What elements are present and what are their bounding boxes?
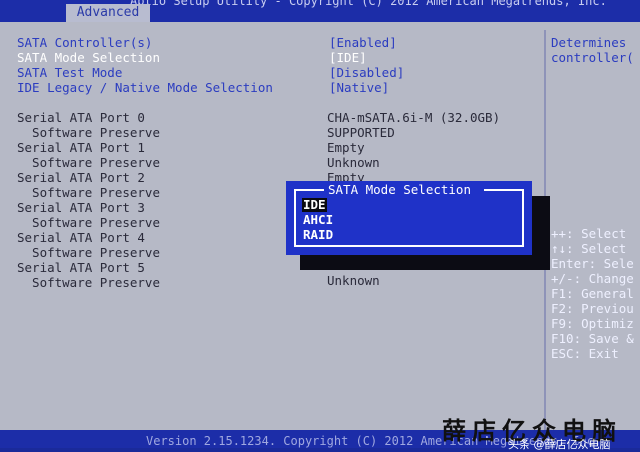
setting-ide-legacy-native[interactable]: IDE Legacy / Native Mode Selection <box>17 80 273 95</box>
port-5-preserve-label: Software Preserve <box>17 275 160 290</box>
setting-sata-mode-selection-value[interactable]: [IDE] <box>329 50 367 65</box>
key-enter-select: Enter: Sele <box>551 256 634 271</box>
setting-sata-mode-selection[interactable]: SATA Mode Selection <box>17 50 160 65</box>
top-bar: Aptio Setup Utility - Copyright (C) 2012… <box>0 0 640 22</box>
setting-sata-controllers[interactable]: SATA Controller(s) <box>17 35 152 50</box>
popup-title-rule-left <box>294 189 324 191</box>
popup-option-raid[interactable]: RAID <box>302 228 334 242</box>
key-optimized-defaults: F9: Optimiz <box>551 316 634 331</box>
key-escape-exit: ESC: Exit <box>551 346 619 361</box>
port-3-label: Serial ATA Port 3 <box>17 200 145 215</box>
help-line-2: controller( <box>551 50 634 65</box>
help-line-1: Determines <box>551 35 627 50</box>
port-5-preserve-value: Unknown <box>327 273 380 288</box>
key-previous-values: F2: Previou <box>551 301 634 316</box>
port-1-preserve-label: Software Preserve <box>17 155 160 170</box>
port-2-preserve-label: Software Preserve <box>17 185 160 200</box>
key-save-exit: F10: Save & <box>551 331 634 346</box>
key-change-opt: +/-: Change <box>551 271 634 286</box>
popup-option-ide[interactable]: IDE <box>302 198 327 212</box>
setting-sata-test-mode-value[interactable]: [Disabled] <box>329 65 404 80</box>
popup-title-rule-right <box>484 189 524 191</box>
popup-title: SATA Mode Selection <box>328 182 471 197</box>
port-5-label: Serial ATA Port 5 <box>17 260 145 275</box>
window-title: Aptio Setup Utility - Copyright (C) 2012… <box>130 0 607 8</box>
port-0-value: CHA-mSATA.6i-M (32.0GB) <box>327 110 501 125</box>
tab-advanced[interactable]: Advanced <box>66 4 150 22</box>
port-3-preserve-label: Software Preserve <box>17 215 160 230</box>
key-select-screen: ++: Select <box>551 226 627 241</box>
setting-sata-controllers-value[interactable]: [Enabled] <box>329 35 397 50</box>
port-4-label: Serial ATA Port 4 <box>17 230 145 245</box>
port-1-preserve-value: Unknown <box>327 155 380 170</box>
port-1-label: Serial ATA Port 1 <box>17 140 145 155</box>
port-0-label: Serial ATA Port 0 <box>17 110 145 125</box>
port-0-preserve-label: Software Preserve <box>17 125 160 140</box>
setting-ide-legacy-native-value[interactable]: [Native] <box>329 80 389 95</box>
port-1-value: Empty <box>327 140 365 155</box>
watermark-subtext: 头条 @薛店亿众电脑 <box>508 438 611 451</box>
sata-mode-popup[interactable]: SATA Mode Selection IDE AHCI RAID <box>286 181 532 255</box>
key-select-item: ↑↓: Select <box>551 241 627 256</box>
port-0-preserve-value: SUPPORTED <box>327 125 395 140</box>
port-4-preserve-label: Software Preserve <box>17 245 160 260</box>
key-general-help: F1: General <box>551 286 634 301</box>
port-2-label: Serial ATA Port 2 <box>17 170 145 185</box>
popup-option-ahci[interactable]: AHCI <box>302 213 334 227</box>
setting-sata-test-mode[interactable]: SATA Test Mode <box>17 65 122 80</box>
